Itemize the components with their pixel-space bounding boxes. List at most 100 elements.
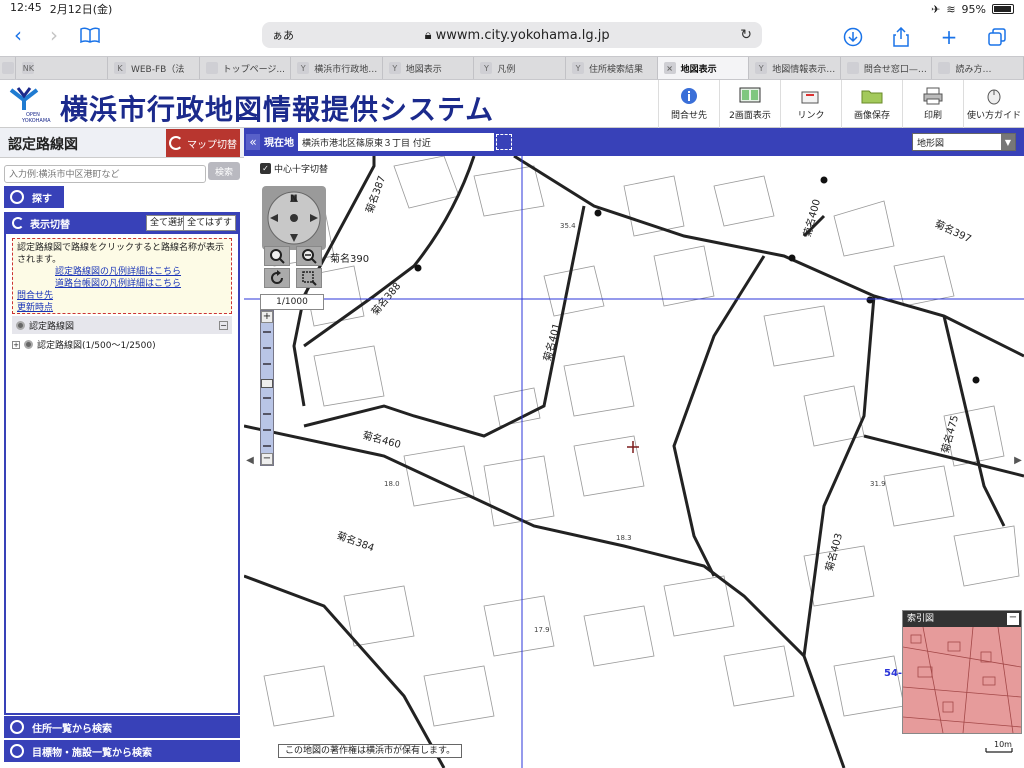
minimize-icon[interactable]: − (1007, 613, 1019, 625)
svg-text:菊名390: 菊名390 (330, 252, 369, 265)
zoom-box-icon[interactable] (296, 268, 322, 288)
tab-label: 凡例 (497, 64, 516, 75)
reload-icon[interactable]: ↻ (740, 27, 752, 43)
tab-favicon-icon: Y (755, 62, 768, 74)
forward-button[interactable]: › (36, 20, 72, 50)
svg-text:菊名460: 菊名460 (361, 428, 402, 451)
header-button-dual-screen[interactable]: 2画面表示 (719, 80, 780, 128)
display-toggle-panel: 表示切替 全て選択 全てはずす 認定路線図で路線をクリックすると路線名称が表示さ… (4, 212, 240, 715)
updated-link[interactable]: 更新時点 (17, 302, 227, 314)
legend-route-link[interactable]: 認定路線図の凡例詳細はこちら (17, 266, 227, 278)
browser-tab[interactable]: Y 凡例 (474, 57, 567, 79)
check-icon[interactable]: ✓ (260, 163, 271, 174)
printer-icon (922, 87, 944, 105)
map-switch-button[interactable]: マップ切替 (166, 129, 240, 157)
header-button-info[interactable]: 問合せ先 (658, 80, 719, 128)
search-button[interactable]: 検索 (208, 162, 240, 180)
zoom-minus-icon[interactable]: − (261, 453, 273, 465)
notice-text: 認定路線図で路線をクリックすると路線名称が表示されます。 (17, 243, 225, 265)
index-map-thumbnail[interactable] (903, 627, 1021, 733)
browser-tab[interactable]: トップページ... (200, 57, 292, 79)
back-button[interactable]: ‹ (0, 20, 36, 50)
contact-link[interactable]: 問合せ先 (17, 290, 227, 302)
zoom-in-icon[interactable] (264, 246, 290, 266)
header-button-printer[interactable]: 印刷 (902, 80, 963, 128)
panel-title: 認定路線図 (8, 137, 78, 153)
reader-aa-button[interactable]: ぁあ (272, 27, 294, 43)
search-by-address-label: 住所一覧から検索 (32, 723, 112, 735)
deselect-all-button[interactable]: 全てはずす (183, 215, 236, 231)
browser-tab[interactable]: 問合せ窓口—… (841, 57, 933, 79)
basemap-select[interactable]: 地形図 ▼ (912, 133, 1016, 151)
locate-icon[interactable] (496, 134, 512, 150)
current-location-label: 現在地 (264, 138, 294, 149)
search-by-facility-button[interactable]: 目標物・施設一覧から検索 (4, 740, 240, 762)
svg-text:菊名384: 菊名384 (335, 529, 376, 555)
magnifier-icon (10, 190, 24, 204)
search-row: 検索 (4, 162, 240, 183)
refresh-icon (169, 136, 183, 150)
new-tab-icon[interactable]: + (936, 22, 962, 52)
mouse-icon (983, 87, 1005, 105)
tab-label: 地図表示 (680, 64, 717, 75)
collapse-panel-icon[interactable]: « (246, 134, 260, 150)
collapse-icon[interactable]: − (219, 320, 228, 330)
download-icon[interactable] (840, 22, 866, 52)
address-bar[interactable]: ぁあ 🔒︎ wwwm.city.yokohama.lg.jp ↻ (262, 22, 762, 48)
scale-indicator: 1/1000 (260, 294, 324, 310)
layer-item[interactable]: + 認定路線図(1/500〜1/2500) (12, 338, 232, 351)
expand-icon[interactable]: + (12, 340, 20, 349)
svg-text:18.3: 18.3 (616, 534, 632, 542)
slider-tick (263, 429, 271, 431)
basemap-value: 地形図 (917, 138, 945, 149)
tab-favicon-icon (846, 62, 859, 74)
legend-road-link[interactable]: 道路台帳図の凡例詳細はこちら (17, 278, 227, 290)
zoom-out-icon[interactable] (296, 246, 322, 266)
share-icon[interactable] (888, 22, 914, 52)
browser-tab[interactable]: 読み方… (932, 57, 1024, 79)
header-button-label: 画像保存 (853, 111, 890, 121)
tab-favicon-icon: Y (297, 62, 310, 74)
address-search-input[interactable] (4, 165, 206, 183)
browser-toolbar: ‹ › ぁあ 🔒︎ wwwm.city.yokohama.lg.jp ↻ + (0, 18, 1024, 52)
pan-right-icon[interactable]: ▶ (1014, 448, 1022, 472)
header-button-link[interactable]: リンク (780, 80, 841, 128)
url-value: wwwm.city.yokohama.lg.jp (435, 27, 610, 43)
tab-label: 読み方… (955, 64, 992, 75)
svg-text:菊名401: 菊名401 (540, 322, 563, 363)
map-scalebar: 10m (984, 740, 1014, 756)
bookmarks-icon[interactable] (72, 20, 108, 50)
tabs-overview-icon[interactable] (984, 22, 1010, 52)
svg-text:17.9: 17.9 (534, 626, 550, 634)
browser-tab[interactable]: Y 横浜市行政地… (291, 57, 383, 79)
zoom-plus-icon[interactable]: + (261, 311, 273, 323)
browser-tab[interactable]: Y 住所検索結果 (566, 57, 658, 79)
tab-favicon-icon: Y (388, 62, 401, 74)
browser-tab[interactable]: NK (16, 57, 108, 79)
pan-compass[interactable]: N (262, 186, 326, 250)
browser-tab[interactable] (0, 57, 17, 79)
index-map-header: 索引図 − (903, 611, 1021, 627)
layer-group-header[interactable]: 認定路線図 − (12, 316, 232, 334)
north-label: N (290, 194, 298, 204)
tab-label: 地図表示 (405, 64, 442, 75)
zoom-slider-handle[interactable] (261, 379, 273, 388)
browser-tab[interactable]: × 地図表示 (657, 57, 750, 79)
pan-left-icon[interactable]: ◀ (246, 448, 254, 472)
browser-tab[interactable]: Y 地図表示 (383, 57, 475, 79)
tab-label: 住所検索結果 (589, 64, 644, 75)
header-button-mouse[interactable]: 使い方ガイド (963, 80, 1024, 128)
slider-tick (263, 347, 271, 349)
browser-tab[interactable]: K WEB-FB（法 (108, 57, 200, 79)
favicon-icon (1, 62, 14, 74)
search-by-address-button[interactable]: 住所一覧から検索 (4, 716, 240, 738)
tab-label: 地図情報表示… (772, 64, 836, 75)
find-button[interactable]: 探す (4, 186, 64, 208)
center-cross-toggle[interactable]: ✓ 中心十字切替 (260, 162, 328, 175)
rotate-reset-icon[interactable] (264, 268, 290, 288)
route-nodes (414, 176, 980, 384)
header-button-folder[interactable]: 画像保存 (841, 80, 902, 128)
zoom-slider[interactable]: + − (260, 310, 274, 466)
browser-tab[interactable]: Y 地図情報表示… (749, 57, 841, 79)
tab-favicon-icon: NK (22, 62, 35, 74)
